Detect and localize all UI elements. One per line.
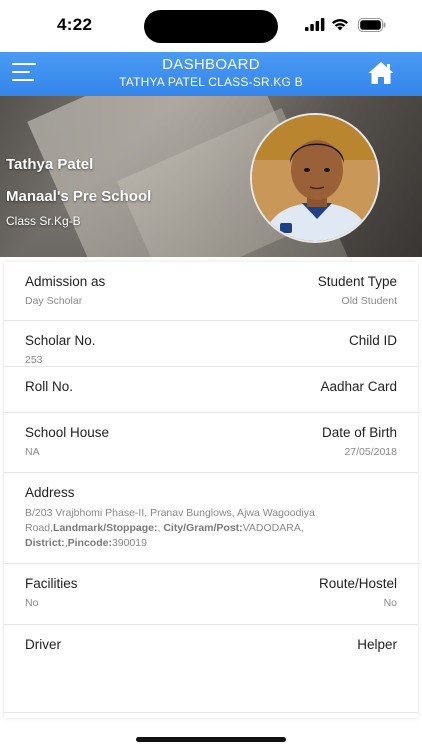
student-class: Class Sr.Kg-B xyxy=(6,214,81,228)
row-roll: Roll No. Aadhar Card xyxy=(4,367,418,413)
dob-value: 27/05/2018 xyxy=(344,446,397,458)
row-address: Address B/203 Vrajbhomi Phase-II, Pranav… xyxy=(4,473,418,564)
status-bar: 4:22 xyxy=(0,0,422,52)
facilities-value: No xyxy=(25,597,39,609)
facilities-label: Facilities xyxy=(25,576,78,591)
home-indicator-bar[interactable] xyxy=(136,737,286,742)
student-details-card: Admission as Student Type Day Scholar Ol… xyxy=(4,262,418,718)
aadhar-card-label: Aadhar Card xyxy=(320,379,397,394)
route-hostel-value: No xyxy=(383,597,397,609)
admission-label: Admission as xyxy=(25,274,106,289)
cellular-signal-icon xyxy=(305,18,325,31)
helper-label: Helper xyxy=(357,637,397,652)
student-avatar[interactable] xyxy=(250,113,380,243)
profile-banner: Tathya Patel Manaal's Pre School Class S… xyxy=(0,96,422,257)
battery-icon xyxy=(358,18,386,32)
roll-no-label: Roll No. xyxy=(25,379,74,394)
route-hostel-label: Route/Hostel xyxy=(318,576,397,591)
row-scholar: Scholar No. Child ID 253 xyxy=(4,321,418,367)
row-admission: Admission as Student Type Day Scholar Ol… xyxy=(4,262,418,321)
header-subtitle: TATHYA PATEL CLASS-SR.KG B xyxy=(119,75,303,89)
home-icon[interactable] xyxy=(367,60,395,86)
dob-label: Date of Birth xyxy=(321,425,397,440)
status-time: 4:22 xyxy=(57,15,93,34)
student-type-label: Student Type xyxy=(317,274,397,289)
row-house: School House Date of Birth NA 27/05/2018 xyxy=(4,413,418,473)
child-photo-illustration xyxy=(252,115,378,241)
dynamic-island xyxy=(144,10,278,43)
row-facilities: Facilities Route/Hostel No No xyxy=(4,564,418,625)
row-driver: Driver Helper xyxy=(4,625,418,713)
scholar-no-label: Scholar No. xyxy=(25,333,96,348)
dashboard-header: DASHBOARD TATHYA PATEL CLASS-SR.KG B xyxy=(0,52,422,96)
address-label: Address xyxy=(25,485,75,500)
student-type-value: Old Student xyxy=(341,295,397,307)
child-id-label: Child ID xyxy=(348,333,397,348)
student-name: Tathya Patel xyxy=(6,156,94,173)
scholar-no-value: 253 xyxy=(25,354,43,366)
school-house-label: School House xyxy=(25,425,110,440)
address-value: B/203 Vrajbhomi Phase-II, Pranav Bunglow… xyxy=(25,507,315,549)
school-house-value: NA xyxy=(25,446,40,458)
wifi-icon xyxy=(332,19,348,31)
header-title: DASHBOARD xyxy=(162,56,260,73)
driver-label: Driver xyxy=(25,637,61,652)
school-name: Manaal's Pre School xyxy=(6,188,152,205)
admission-value: Day Scholar xyxy=(25,295,83,307)
